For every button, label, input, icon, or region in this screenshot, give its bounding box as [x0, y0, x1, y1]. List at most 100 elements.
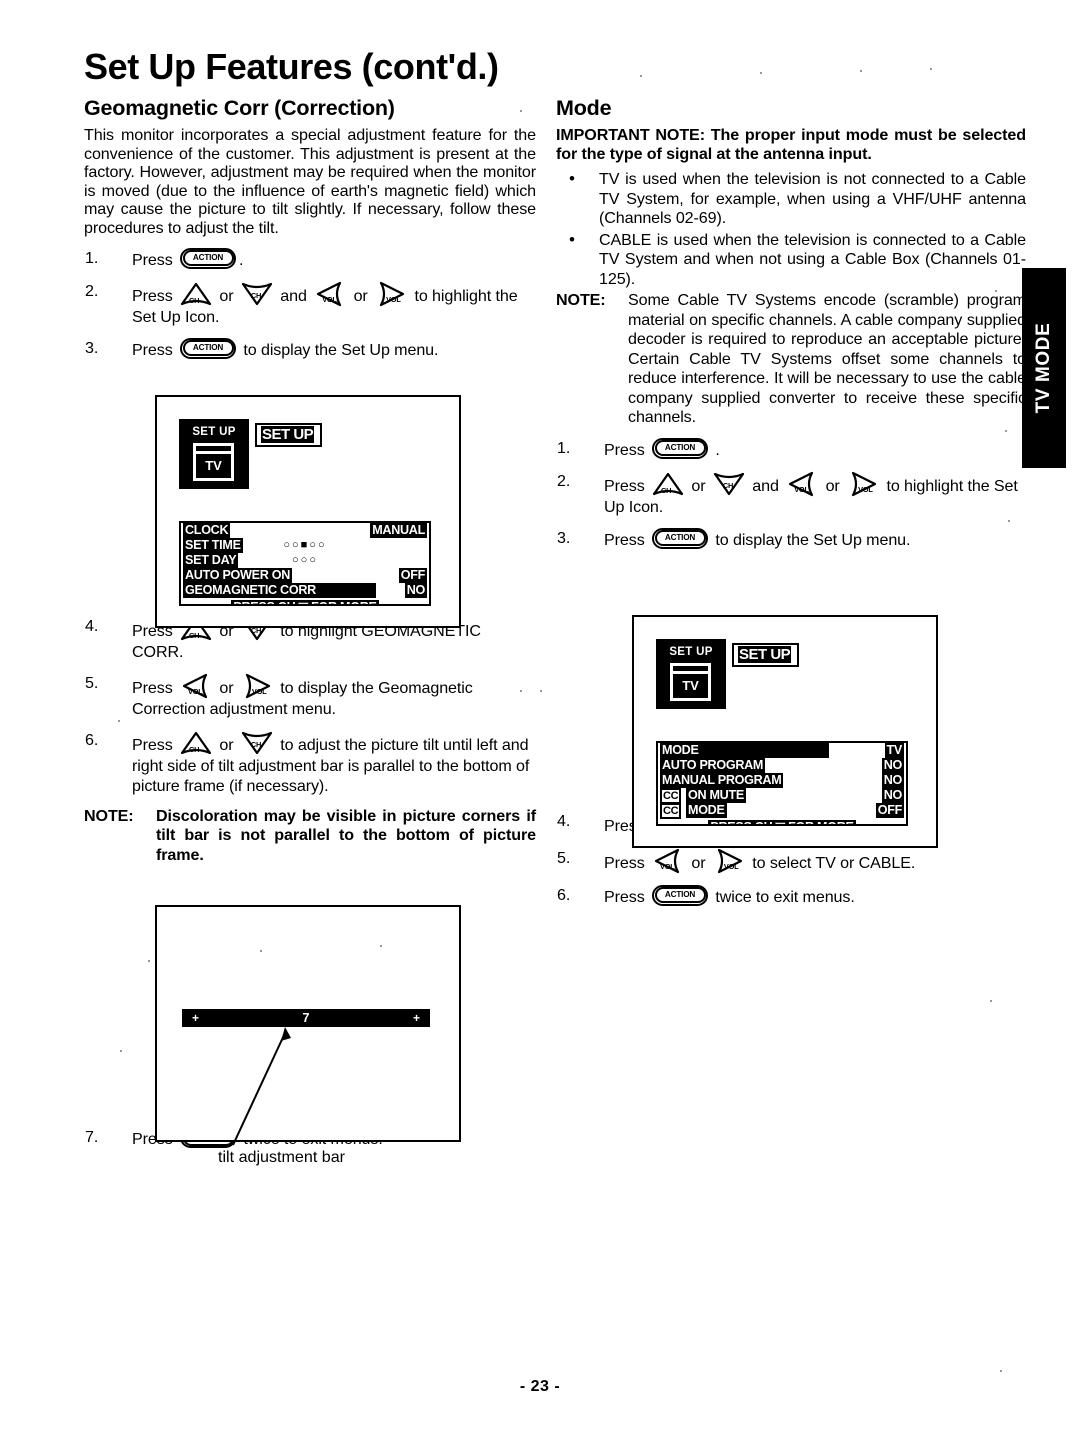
menu-row-set-day[interactable]: SET DAY ○○○ [181, 553, 429, 568]
step-text-pre: Press [132, 250, 178, 269]
tv-monitor-icon: TV [193, 443, 234, 481]
scan-speck [1008, 520, 1010, 522]
tilt-caption-label: tilt adjustment bar [218, 1148, 346, 1166]
step-text-pre: Press [604, 887, 650, 906]
volume-up-icon[interactable]: VOL [712, 848, 746, 874]
setup-icon-title: SET UP [669, 646, 713, 658]
geomagnetic-intro-text: This monitor incorporates a special adju… [84, 126, 536, 237]
action-button-icon[interactable]: ACTION [652, 527, 709, 549]
step-number: 4. [557, 811, 571, 830]
step-text-pre: Press [604, 530, 650, 549]
menu-footer-hint: PRESS CH ▽ FOR MORE [181, 599, 429, 604]
step-text-post: . [715, 440, 720, 459]
action-button-icon[interactable]: ACTION [180, 247, 237, 269]
menu-row-auto-power-on[interactable]: AUTO POWER ON OFF [181, 568, 429, 583]
step-item: 2. Press CH or CH and VOL or VOL to high… [556, 471, 1026, 517]
menu-row-label: CLOCK [183, 523, 231, 538]
step-text-post: to display the Set Up menu. [715, 530, 911, 549]
volume-up-icon[interactable]: VOL [240, 673, 274, 699]
menu-row-value: NO [404, 583, 427, 598]
step-number: 1. [85, 248, 99, 267]
step-text-post: to select TV or CABLE. [752, 853, 916, 872]
menu-row-manual-program[interactable]: MANUAL PROGRAM NO [658, 773, 906, 788]
menu-row-geomagnetic-corr[interactable]: GEOMAGNETIC CORR NO [181, 583, 429, 598]
setup-icon-title: SET UP [192, 426, 236, 438]
action-button-icon[interactable]: ACTION [180, 337, 237, 359]
monitor-bar [673, 671, 708, 674]
volume-down-icon[interactable]: VOL [651, 848, 685, 874]
bullet-dot-icon: • [569, 229, 575, 249]
or-word: or [691, 853, 706, 872]
volume-up-icon[interactable]: VOL [374, 281, 408, 307]
action-button-icon[interactable]: ACTION [652, 437, 709, 459]
osd-screenshot-setup-geomagnetic: SET UP TV SET UP CLOCK MANUAL SET TIME ○… [155, 395, 461, 628]
channel-down-icon[interactable]: CH [240, 730, 274, 756]
step-number: 1. [557, 438, 571, 457]
monitor-bar [196, 451, 231, 454]
section-heading-mode: Mode [556, 96, 612, 120]
cc-badge-icon: CC [660, 803, 682, 819]
step-number: 6. [85, 730, 99, 749]
step-number: 2. [557, 471, 571, 490]
menu-row-label: AUTO PROGRAM [660, 758, 766, 773]
step-item: 5. Press VOL or VOL to select TV or CABL… [556, 848, 1026, 874]
step-text-pre: Press [132, 286, 178, 305]
menu-row-mode[interactable]: MODE TV [658, 743, 906, 758]
volume-up-icon[interactable]: VOL [846, 471, 880, 497]
section-heading-geomagnetic: Geomagnetic Corr (Correction) [84, 96, 395, 120]
tv-label: TV [205, 458, 222, 473]
volume-down-icon[interactable]: VOL [785, 471, 819, 497]
step-item: 3. Press ACTION to display the Set Up me… [84, 337, 536, 360]
step-number: 7. [85, 1128, 99, 1147]
or-word: or [219, 735, 234, 754]
menu-row-label: MANUAL PROGRAM [660, 773, 784, 788]
setup-tag: SET UP [255, 423, 323, 447]
step-text-pre: Press [132, 678, 178, 697]
or-word: or [219, 678, 234, 697]
menu-row-auto-program[interactable]: AUTO PROGRAM NO [658, 758, 906, 773]
page-title: Set Up Features (cont'd.) [84, 46, 499, 87]
menu-row-label: ON MUTE [686, 788, 746, 803]
step-number: 2. [85, 281, 99, 300]
bullet-item-tv: • TV is used when the television is not … [556, 169, 1026, 229]
scan-speck [120, 1050, 122, 1052]
bullet-text: TV is used when the television is not co… [599, 170, 1026, 228]
note-text: Discoloration may be visible in picture … [156, 806, 536, 864]
channel-up-icon[interactable]: CH [179, 730, 213, 756]
channel-up-icon[interactable]: CH [179, 281, 213, 307]
scan-speck [1000, 1370, 1002, 1372]
menu-row-cc-on-mute[interactable]: CC ON MUTE NO [658, 788, 906, 804]
menu-row-value: NO [881, 758, 904, 773]
note-discoloration: NOTE: Discoloration may be visible in pi… [84, 807, 536, 866]
step-text-post: twice to exit menus. [715, 887, 855, 906]
menu-row-value: NO [881, 788, 904, 803]
volume-down-icon[interactable]: VOL [313, 281, 347, 307]
channel-down-icon[interactable]: CH [712, 471, 746, 497]
menu-row-cc-mode[interactable]: CC MODE OFF [658, 803, 906, 819]
action-button-icon[interactable]: ACTION [652, 884, 709, 906]
menu-footer-hint: PRESS CH ▽ FOR MORE [658, 819, 906, 824]
channel-down-icon[interactable]: CH [240, 281, 274, 307]
volume-down-icon[interactable]: VOL [179, 673, 213, 699]
menu-row-set-time[interactable]: SET TIME ○○■○○ [181, 538, 429, 553]
manual-page: Set Up Features (cont'd.) Geomagnetic Co… [0, 0, 1080, 1434]
scan-speck [260, 950, 262, 952]
step-text-pre: Press [604, 476, 650, 495]
menu-row-value: OFF [398, 568, 427, 583]
menu-row-clock[interactable]: CLOCK MANUAL [181, 523, 429, 538]
note-text: Some Cable TV Systems encode (scramble) … [628, 291, 1026, 427]
scan-speck [520, 110, 522, 112]
scan-speck [1005, 430, 1007, 432]
note-label: NOTE: [556, 291, 606, 310]
step-number: 6. [557, 885, 571, 904]
scan-speck [380, 945, 382, 947]
setup-tag-text: SET UP [738, 646, 792, 663]
scan-speck [995, 290, 997, 292]
step-text-post: . [239, 250, 244, 269]
channel-up-icon[interactable]: CH [651, 471, 685, 497]
step-text-pre: Press [604, 440, 650, 459]
scan-speck [760, 72, 762, 74]
scan-speck [118, 720, 120, 722]
scan-speck [990, 1000, 992, 1002]
tv-label: TV [682, 678, 699, 693]
